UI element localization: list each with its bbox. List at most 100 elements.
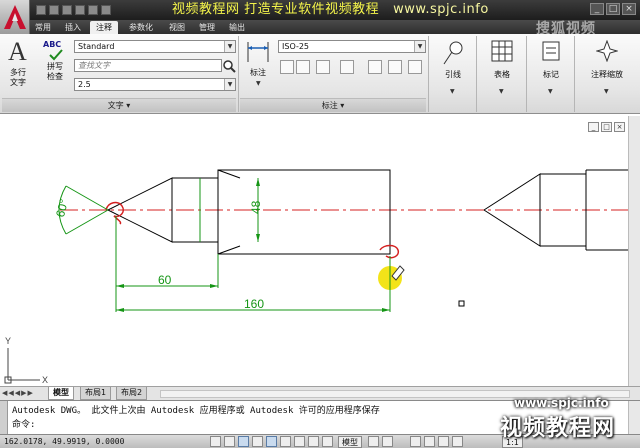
panel-divider: [428, 36, 429, 112]
viewport-restore-icon[interactable]: □: [601, 122, 612, 132]
text-panel-title[interactable]: 文字 ▾: [2, 98, 236, 112]
red-markup-hook: [379, 244, 400, 259]
model-space-button[interactable]: 模型: [338, 436, 362, 448]
text-style-select[interactable]: Standard ▼: [74, 40, 236, 53]
dim-angle-text: 60°: [53, 197, 71, 218]
layout-tab-layout2[interactable]: 布局2: [116, 387, 148, 400]
pickbox: [458, 300, 465, 307]
viewport-minimize-icon[interactable]: _: [588, 122, 599, 132]
dim-break-icon[interactable]: [280, 60, 294, 74]
dimension-panel-title[interactable]: 标注 ▾: [240, 98, 426, 112]
dimension-label: 标注: [250, 68, 266, 77]
dim-diameter-text: 48: [249, 200, 263, 214]
text-panel-title-label: 文字: [107, 101, 124, 110]
open-icon[interactable]: [49, 5, 59, 15]
text-height-value: 2.5: [78, 80, 91, 89]
showmotion-icon[interactable]: [452, 436, 463, 447]
panel-divider: [574, 36, 575, 112]
chevron-down-icon: ▼: [548, 88, 553, 95]
dim-baseline-icon[interactable]: [340, 60, 354, 74]
find-text-placeholder: 查找文字: [78, 61, 110, 70]
multiline-text-button[interactable]: A 多行 文字: [4, 38, 32, 90]
undo-icon[interactable]: [75, 5, 85, 15]
quick-view-drawings-icon[interactable]: [382, 436, 393, 447]
autocad-logo-icon: [4, 5, 26, 29]
application-menu-button[interactable]: [0, 0, 30, 34]
snap-mode-icon[interactable]: [210, 436, 221, 447]
title-bar: 视频教程网 打造专业软件视频教程 www.spjc.info _ □ ×: [0, 0, 640, 20]
command-window-grip[interactable]: [0, 401, 8, 435]
layout-tab-model[interactable]: 模型: [48, 387, 74, 400]
drawing-canvas[interactable]: 60° 48 60 160 Y X: [0, 116, 628, 386]
save-icon[interactable]: [62, 5, 72, 15]
dim-inspect-icon[interactable]: [368, 60, 382, 74]
bottom-watermark-url: www.spjc.info: [514, 396, 609, 410]
new-icon[interactable]: [36, 5, 46, 15]
annotation-scaling-button[interactable]: 注释缩放 ▼: [578, 38, 636, 96]
polar-tracking-icon[interactable]: [252, 436, 263, 447]
grid-display-icon[interactable]: [224, 436, 235, 447]
viewport-close-icon[interactable]: ×: [614, 122, 625, 132]
tab-output[interactable]: 输出: [224, 21, 250, 34]
tab-annotate[interactable]: 注释: [90, 21, 118, 34]
redo-icon[interactable]: [88, 5, 98, 15]
tab-insert[interactable]: 插入: [60, 21, 86, 34]
multileader-button[interactable]: 引线 ▼: [432, 38, 474, 96]
chevron-down-icon: ▼: [604, 88, 609, 95]
chevron-down-icon: ▼: [499, 88, 504, 95]
find-replace-icon[interactable]: [222, 59, 236, 73]
command-history-line: Autodesk DWG。 此文件上次由 Autodesk 应用程序或 Auto…: [12, 406, 380, 416]
layout-tab-layout1[interactable]: 布局1: [80, 387, 112, 400]
abc-icon: ABC: [43, 40, 62, 49]
markup-button[interactable]: 标记 ▼: [530, 38, 572, 96]
spell-check-button[interactable]: ABC 拼写 检查: [40, 40, 70, 90]
text-height-select[interactable]: 2.5 ▼: [74, 78, 236, 91]
panel-divider: [476, 36, 477, 112]
find-text-input[interactable]: 查找文字: [74, 59, 222, 72]
dimension-style-select[interactable]: ISO-25 ▼: [278, 40, 426, 53]
dynamic-ucs-icon[interactable]: [294, 436, 305, 447]
maximize-icon[interactable]: □: [606, 3, 620, 15]
lineweight-icon[interactable]: [322, 436, 333, 447]
chevron-down-icon: ▼: [450, 88, 455, 95]
markup-icon: [542, 41, 560, 61]
dim-update-icon[interactable]: [408, 60, 422, 74]
table-button[interactable]: 表格 ▼: [480, 38, 524, 96]
plot-icon[interactable]: [101, 5, 111, 15]
text-style-value: Standard: [78, 42, 115, 51]
annotation-scale-icon: [596, 40, 618, 62]
close-icon[interactable]: ×: [622, 3, 636, 15]
ortho-mode-icon[interactable]: [238, 436, 249, 447]
quick-access-toolbar[interactable]: [36, 3, 166, 17]
watermark-text: 视频教程网 打造专业软件视频教程: [172, 2, 380, 17]
object-snap-icon[interactable]: [266, 436, 277, 447]
dim-long-length-text: 160: [244, 297, 264, 311]
steering-wheel-icon[interactable]: [438, 436, 449, 447]
minimize-icon[interactable]: _: [590, 3, 604, 15]
dim-jog-icon[interactable]: [388, 60, 402, 74]
vertical-scrollbar[interactable]: [628, 116, 640, 386]
tab-home[interactable]: 常用: [30, 21, 56, 34]
panel-divider: [238, 36, 239, 112]
layout-nav-arrows[interactable]: ◀◀◀▶▶: [2, 389, 34, 397]
chevron-down-icon: ▼: [256, 80, 261, 87]
tab-manage[interactable]: 管理: [194, 21, 220, 34]
ucs-x-label: X: [42, 375, 48, 385]
leader-icon: [443, 41, 463, 65]
quick-view-layouts-icon[interactable]: [368, 436, 379, 447]
dimension-button[interactable]: 标注 ▼: [242, 40, 274, 92]
object-snap-tracking-icon[interactable]: [280, 436, 291, 447]
dim-continue-icon[interactable]: [316, 60, 330, 74]
dim-short-length-text: 60: [158, 273, 172, 287]
command-prompt[interactable]: 命令:: [12, 419, 35, 431]
zoom-icon[interactable]: [424, 436, 435, 447]
dynamic-input-icon[interactable]: [308, 436, 319, 447]
tab-parametric[interactable]: 参数化: [122, 21, 160, 34]
dim-adjust-space-icon[interactable]: [296, 60, 310, 74]
dimension-style-value: ISO-25: [282, 42, 310, 51]
text-a-icon: A: [8, 37, 27, 66]
bottom-watermark-text: 视频教程网: [500, 416, 616, 441]
panel-divider: [526, 36, 527, 112]
pan-icon[interactable]: [410, 436, 421, 447]
tab-view[interactable]: 视图: [164, 21, 190, 34]
